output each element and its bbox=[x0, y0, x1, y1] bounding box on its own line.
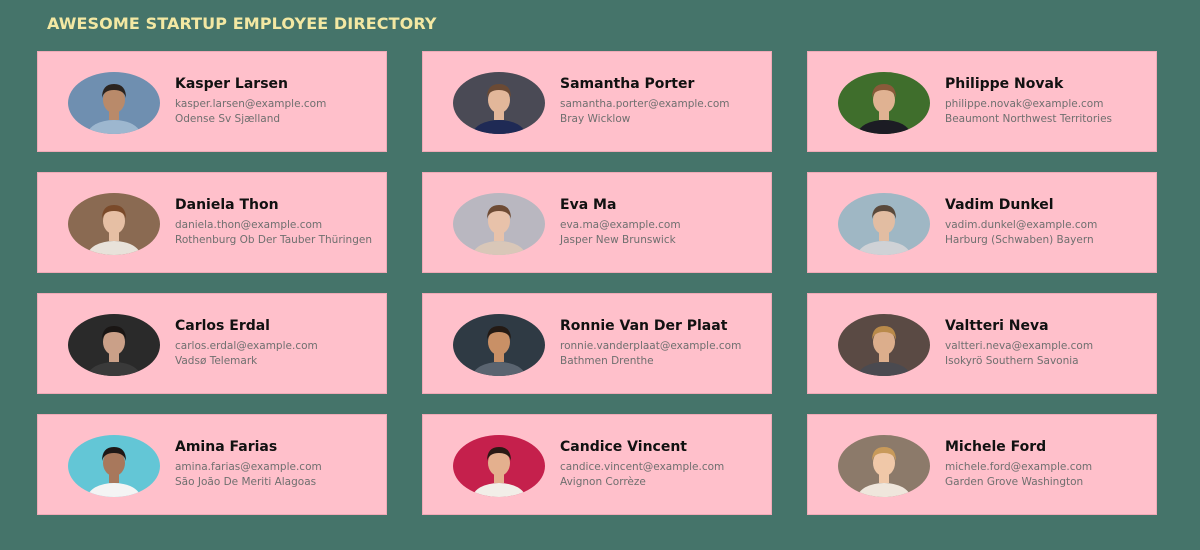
employee-name: Amina Farias bbox=[175, 439, 278, 455]
employee-name: Ronnie Van Der Plaat bbox=[560, 318, 728, 334]
employee-location: Beaumont Northwest Territories bbox=[945, 113, 1113, 125]
employee-location: Jasper New Brunswick bbox=[560, 234, 676, 246]
employee-card[interactable]: Ronnie Van Der Plaat ronnie.vanderplaat@… bbox=[422, 293, 772, 394]
employee-location: Bathmen Drenthe bbox=[560, 355, 654, 367]
employee-info: Philippe Novak philippe.novak@example.co… bbox=[945, 75, 1152, 124]
employee-name: Carlos Erdal bbox=[175, 318, 270, 334]
avatar[interactable] bbox=[838, 435, 930, 497]
avatar[interactable] bbox=[68, 193, 160, 255]
employee-email: philippe.novak@example.com bbox=[945, 98, 1104, 110]
employee-card[interactable]: Samantha Porter samantha.porter@example.… bbox=[422, 51, 772, 152]
avatar[interactable] bbox=[838, 314, 930, 376]
employee-location: Odense Sv Sjælland bbox=[175, 113, 281, 125]
employee-info: Daniela Thon daniela.thon@example.com Ro… bbox=[175, 196, 382, 245]
page-title: AWESOME STARTUP EMPLOYEE DIRECTORY bbox=[47, 14, 437, 33]
employee-info: Eva Ma eva.ma@example.com Jasper New Bru… bbox=[560, 196, 767, 245]
employee-card[interactable]: Amina Farias amina.farias@example.com Sã… bbox=[37, 414, 387, 515]
avatar[interactable] bbox=[68, 314, 160, 376]
employee-name: Vadim Dunkel bbox=[945, 197, 1054, 213]
employee-name: Michele Ford bbox=[945, 439, 1047, 455]
avatar[interactable] bbox=[68, 72, 160, 134]
employee-location: Garden Grove Washington bbox=[945, 476, 1084, 488]
employee-card[interactable]: Michele Ford michele.ford@example.com Ga… bbox=[807, 414, 1157, 515]
employee-email: samantha.porter@example.com bbox=[560, 98, 730, 110]
employee-card[interactable]: Daniela Thon daniela.thon@example.com Ro… bbox=[37, 172, 387, 273]
employee-name: Kasper Larsen bbox=[175, 76, 288, 92]
employee-card[interactable]: Carlos Erdal carlos.erdal@example.com Va… bbox=[37, 293, 387, 394]
employee-email: carlos.erdal@example.com bbox=[175, 340, 318, 352]
employee-card[interactable]: Vadim Dunkel vadim.dunkel@example.com Ha… bbox=[807, 172, 1157, 273]
employee-email: michele.ford@example.com bbox=[945, 461, 1093, 473]
employee-info: Amina Farias amina.farias@example.com Sã… bbox=[175, 438, 382, 487]
employee-email: daniela.thon@example.com bbox=[175, 219, 323, 231]
employee-name: Samantha Porter bbox=[560, 76, 695, 92]
avatar[interactable] bbox=[838, 72, 930, 134]
employee-info: Valtteri Neva valtteri.neva@example.com … bbox=[945, 317, 1152, 366]
avatar[interactable] bbox=[453, 193, 545, 255]
employee-card[interactable]: Eva Ma eva.ma@example.com Jasper New Bru… bbox=[422, 172, 772, 273]
employee-info: Candice Vincent candice.vincent@example.… bbox=[560, 438, 767, 487]
employee-email: eva.ma@example.com bbox=[560, 219, 681, 231]
employee-name: Daniela Thon bbox=[175, 197, 279, 213]
employee-email: vadim.dunkel@example.com bbox=[945, 219, 1098, 231]
employee-card[interactable]: Valtteri Neva valtteri.neva@example.com … bbox=[807, 293, 1157, 394]
avatar[interactable] bbox=[838, 193, 930, 255]
employee-location: Rothenburg Ob Der Tauber Thüringen bbox=[175, 234, 372, 246]
employee-location: São João De Meriti Alagoas bbox=[175, 476, 317, 488]
employee-info: Vadim Dunkel vadim.dunkel@example.com Ha… bbox=[945, 196, 1152, 245]
avatar[interactable] bbox=[68, 435, 160, 497]
employee-location: Isokyrö Southern Savonia bbox=[945, 355, 1079, 367]
employee-location: Bray Wicklow bbox=[560, 113, 631, 125]
employee-email: ronnie.vanderplaat@example.com bbox=[560, 340, 742, 352]
employee-name: Valtteri Neva bbox=[945, 318, 1049, 334]
employee-info: Michele Ford michele.ford@example.com Ga… bbox=[945, 438, 1152, 487]
employee-info: Kasper Larsen kasper.larsen@example.com … bbox=[175, 75, 382, 124]
employee-name: Philippe Novak bbox=[945, 76, 1064, 92]
avatar[interactable] bbox=[453, 435, 545, 497]
avatar[interactable] bbox=[453, 72, 545, 134]
employee-card[interactable]: Kasper Larsen kasper.larsen@example.com … bbox=[37, 51, 387, 152]
employee-location: Harburg (Schwaben) Bayern bbox=[945, 234, 1094, 246]
employee-card[interactable]: Candice Vincent candice.vincent@example.… bbox=[422, 414, 772, 515]
employee-email: amina.farias@example.com bbox=[175, 461, 322, 473]
avatar[interactable] bbox=[453, 314, 545, 376]
employee-grid: Kasper Larsen kasper.larsen@example.com … bbox=[37, 51, 1157, 515]
employee-location: Vadsø Telemark bbox=[175, 355, 258, 367]
directory-page: AWESOME STARTUP EMPLOYEE DIRECTORY Kaspe… bbox=[0, 0, 1200, 550]
employee-location: Avignon Corrèze bbox=[560, 476, 646, 488]
employee-name: Candice Vincent bbox=[560, 439, 687, 455]
employee-card[interactable]: Philippe Novak philippe.novak@example.co… bbox=[807, 51, 1157, 152]
employee-info: Carlos Erdal carlos.erdal@example.com Va… bbox=[175, 317, 382, 366]
employee-info: Ronnie Van Der Plaat ronnie.vanderplaat@… bbox=[560, 317, 767, 366]
employee-email: candice.vincent@example.com bbox=[560, 461, 725, 473]
employee-email: valtteri.neva@example.com bbox=[945, 340, 1094, 352]
employee-info: Samantha Porter samantha.porter@example.… bbox=[560, 75, 767, 124]
employee-name: Eva Ma bbox=[560, 197, 617, 213]
employee-email: kasper.larsen@example.com bbox=[175, 98, 327, 110]
